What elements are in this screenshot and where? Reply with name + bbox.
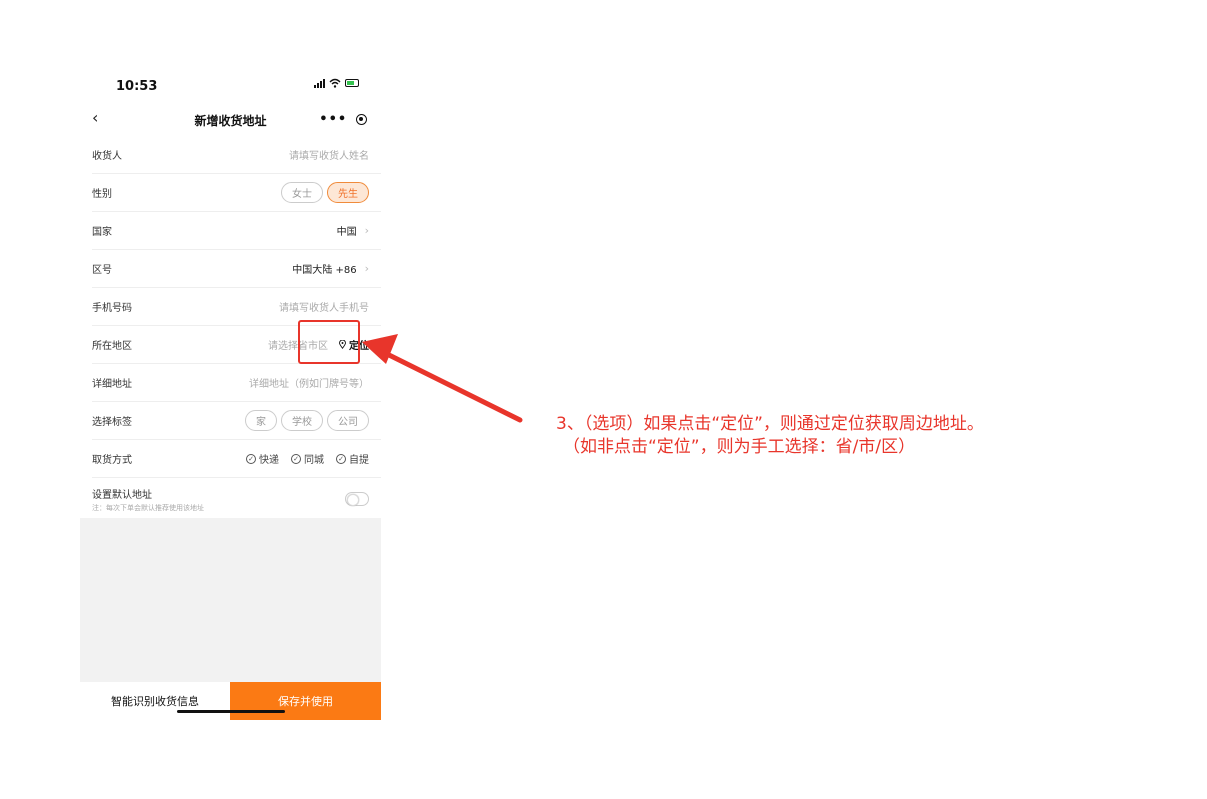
annotation-line-1: 3、（选项）如果点击“定位”，则通过定位获取周边地址。 bbox=[556, 414, 984, 434]
annotation-text: 3、（选项）如果点击“定位”，则通过定位获取周边地址。 （如非点击“定位”，则为… bbox=[556, 413, 984, 459]
annotation-arrow bbox=[362, 334, 523, 423]
annotation-line-2: （如非点击“定位”，则为手工选择：省/市/区） bbox=[563, 437, 916, 457]
